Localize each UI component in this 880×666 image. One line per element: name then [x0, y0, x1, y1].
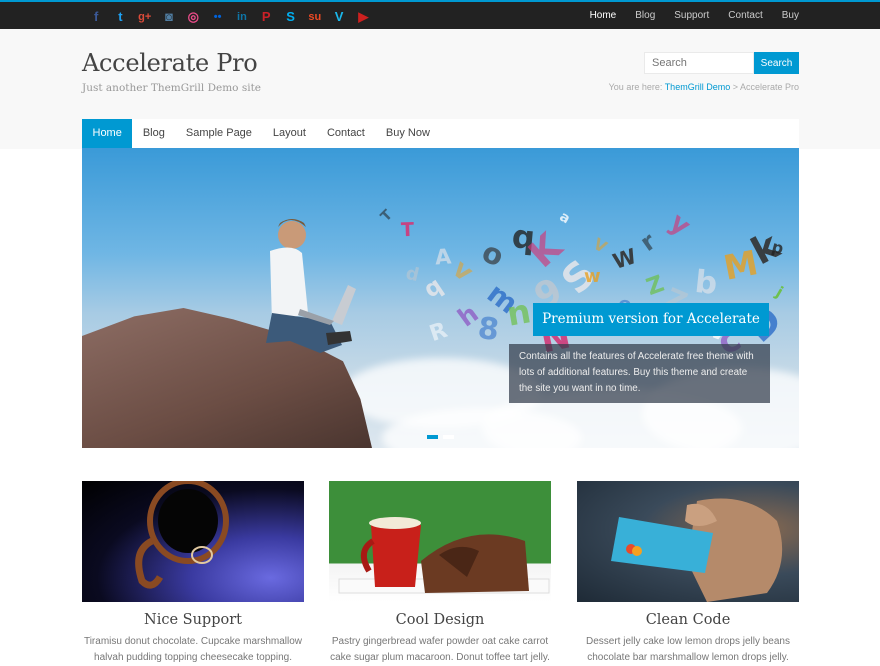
dribbble-icon[interactable]: ◎	[181, 7, 205, 27]
decorative-letter: r	[635, 227, 661, 257]
pinterest-icon[interactable]: P	[254, 7, 278, 27]
breadcrumb-home-link[interactable]: ThemGrill Demo	[665, 82, 731, 92]
search-input[interactable]	[644, 52, 754, 74]
main-nav-sample-page[interactable]: Sample Page	[175, 119, 262, 148]
breadcrumb-prefix: You are here:	[608, 82, 665, 92]
stumbleupon-icon[interactable]: su	[303, 7, 327, 27]
feature-text: Tiramisu donut chocolate. Cupcake marshm…	[83, 636, 303, 663]
feature-title[interactable]: Nice Support	[82, 612, 304, 628]
decorative-letter: d	[403, 262, 422, 287]
feature-cool-design: Cool Design Pastry gingerbread wafer pow…	[329, 481, 551, 666]
top-nav-contact[interactable]: Contact	[728, 10, 762, 21]
main-nav-blog[interactable]: Blog	[132, 119, 175, 148]
decorative-letter: y	[663, 206, 697, 243]
top-nav-blog[interactable]: Blog	[635, 10, 655, 21]
top-bar: f t g+ ◙ ◎ •• in P Ssu V ▶ Home Blog Support Conta…	[0, 0, 880, 29]
decorative-letter: R	[426, 317, 451, 348]
decorative-letter: w	[583, 265, 601, 288]
flickr-icon[interactable]: ••	[205, 7, 229, 27]
feature-clean-code: Clean Code Dessert jelly cake low lemon …	[577, 481, 799, 666]
site-title[interactable]: Accelerate Pro	[82, 49, 258, 77]
decorative-letter: Z	[643, 270, 668, 302]
decorative-letter: a	[556, 208, 573, 228]
breadcrumb: You are here: ThemGrill Demo > Accelerat…	[609, 82, 799, 92]
slide-caption-description: Contains all the features of Accelerate …	[509, 344, 770, 403]
skype-icon[interactable]: S	[278, 7, 302, 27]
linkedin-icon[interactable]: in	[230, 7, 254, 27]
twitter-icon[interactable]: t	[108, 7, 132, 27]
man-with-laptop-image	[266, 219, 356, 353]
facebook-icon[interactable]: f	[84, 7, 108, 27]
main-nav-home[interactable]: Home	[82, 119, 133, 148]
credit-card-image[interactable]	[577, 481, 799, 602]
main-nav-buy-now[interactable]: Buy Now	[375, 119, 440, 148]
decorative-letter: A	[434, 244, 453, 270]
main-nav-layout[interactable]: Layout	[262, 119, 316, 148]
top-nav-home[interactable]: Home	[590, 10, 617, 21]
coffee-cup-image[interactable]	[82, 481, 304, 602]
vimeo-icon[interactable]: V	[327, 7, 351, 27]
decorative-letter: T	[400, 218, 415, 242]
google-plus-icon[interactable]: g+	[133, 7, 157, 27]
instagram-icon[interactable]: ◙	[157, 7, 181, 27]
decorative-letter: 8	[475, 310, 501, 349]
decorative-letter: n	[503, 291, 534, 334]
decorative-letter: T	[377, 206, 396, 226]
top-nav: Home Blog Support Contact Buy	[571, 2, 799, 29]
feature-title[interactable]: Clean Code	[577, 612, 799, 628]
decorative-letter: V	[590, 234, 611, 257]
slide-dot-2[interactable]	[443, 435, 454, 439]
social-links: f t g+ ◙ ◎ •• in P Ssu V ▶	[84, 7, 376, 27]
decorative-letter: b	[693, 263, 720, 303]
decorative-letter: W	[609, 244, 640, 274]
main-nav-contact[interactable]: Contact	[316, 119, 375, 148]
decorative-letter: j	[772, 282, 787, 302]
breadcrumb-separator: >	[730, 82, 740, 92]
youtube-icon[interactable]: ▶	[351, 7, 375, 27]
hero-slider[interactable]: TAmNVZwkdhqSeyMjRo9WrbDTvnaWZcpq8Kw	[82, 148, 799, 448]
breadcrumb-current: Accelerate Pro	[739, 82, 799, 92]
feature-nice-support: Nice Support Tiramisu donut chocolate. C…	[82, 481, 304, 666]
slide-dot-1[interactable]	[427, 435, 438, 439]
feature-text: Dessert jelly cake low lemon drops jelly…	[586, 636, 790, 663]
slider-pagination	[427, 435, 454, 439]
search-button[interactable]: Search	[754, 52, 799, 74]
feature-title[interactable]: Cool Design	[329, 612, 551, 628]
decorative-letter: q	[419, 272, 448, 304]
coffee-cake-image[interactable]	[329, 481, 551, 602]
feature-text: Pastry gingerbread wafer powder oat cake…	[330, 636, 550, 663]
top-nav-buy[interactable]: Buy	[782, 10, 799, 21]
decorative-letter: o	[477, 234, 509, 274]
site-tagline: Just another ThemGrill Demo site	[82, 82, 261, 94]
main-nav: Home Blog Sample Page Layout Contact Buy…	[82, 119, 799, 148]
top-nav-support[interactable]: Support	[674, 10, 709, 21]
decorative-letter: M	[720, 243, 762, 289]
slide-caption-title[interactable]: Premium version for Accelerate	[533, 303, 769, 336]
